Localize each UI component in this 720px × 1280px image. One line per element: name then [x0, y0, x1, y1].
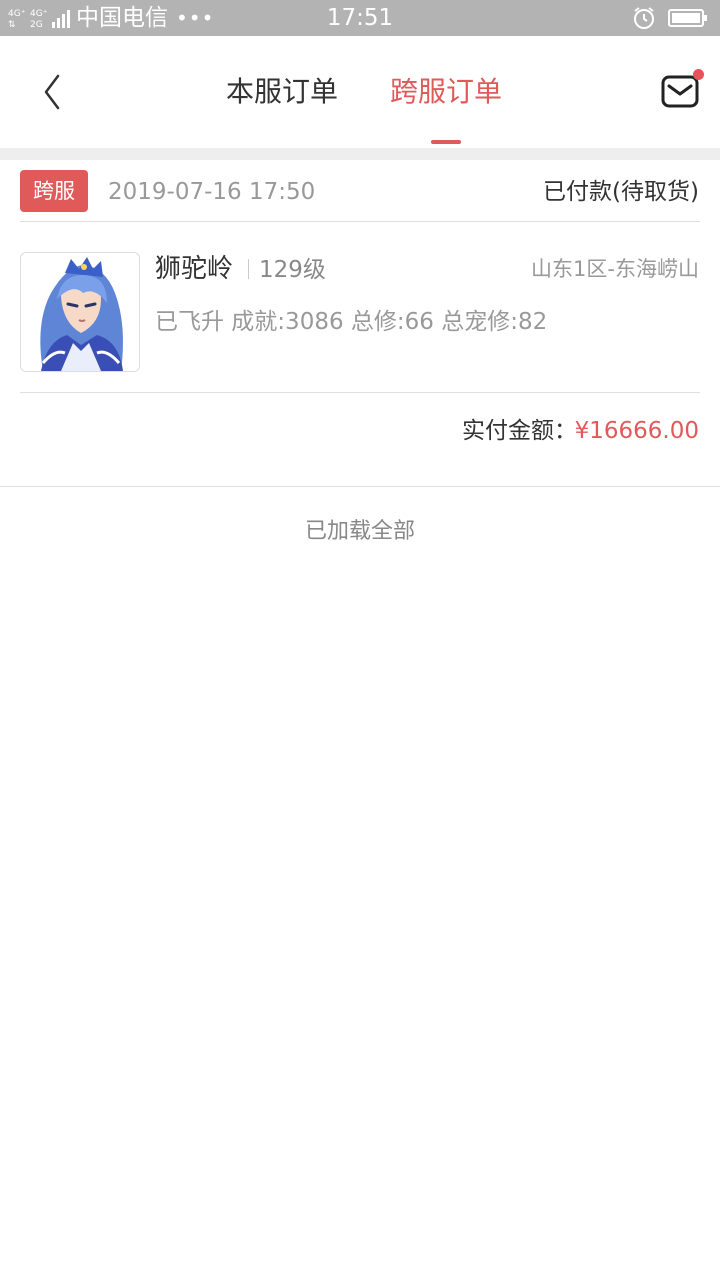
active-tab-indicator [431, 140, 461, 144]
paid-amount-label: 实付金额： [462, 418, 577, 444]
status-bar: 4G⁺ 4G⁺ ⇅ 2G 中国电信 ••• 17:51 [0, 0, 720, 36]
paid-amount-value: ¥16666.00 [574, 418, 699, 444]
app-header: 本服订单 跨服订单 [0, 36, 720, 148]
clock: 17:51 [326, 5, 394, 31]
battery-icon [668, 9, 707, 27]
order-time: 2019-07-16 17:50 [108, 179, 316, 205]
character-school: 狮驼岭 [155, 254, 234, 284]
alarm-clock-icon [634, 7, 654, 29]
section-gap [0, 148, 720, 160]
character-level: 129级 [259, 257, 326, 283]
character-portrait-image [21, 253, 139, 371]
character-portrait [20, 252, 140, 372]
divider [20, 221, 700, 222]
character-server: 山东1区-东海崂山 [531, 257, 699, 281]
all-loaded-text: 已加载全部 [304, 519, 415, 544]
character-stats: 已飞升 成就:3086 总修:66 总宠修:82 [155, 309, 548, 335]
list-divider [0, 486, 720, 487]
order-status: 已付款(待取货) [543, 179, 699, 205]
name-separator [248, 259, 249, 279]
chevron-left-icon[interactable] [36, 72, 68, 112]
unread-dot [693, 69, 704, 80]
divider [20, 392, 700, 393]
tab-local-orders[interactable]: 本服订单 [226, 72, 338, 112]
tab-cross-server-orders[interactable]: 跨服订单 [390, 72, 502, 112]
cross-server-badge: 跨服 [20, 170, 88, 212]
